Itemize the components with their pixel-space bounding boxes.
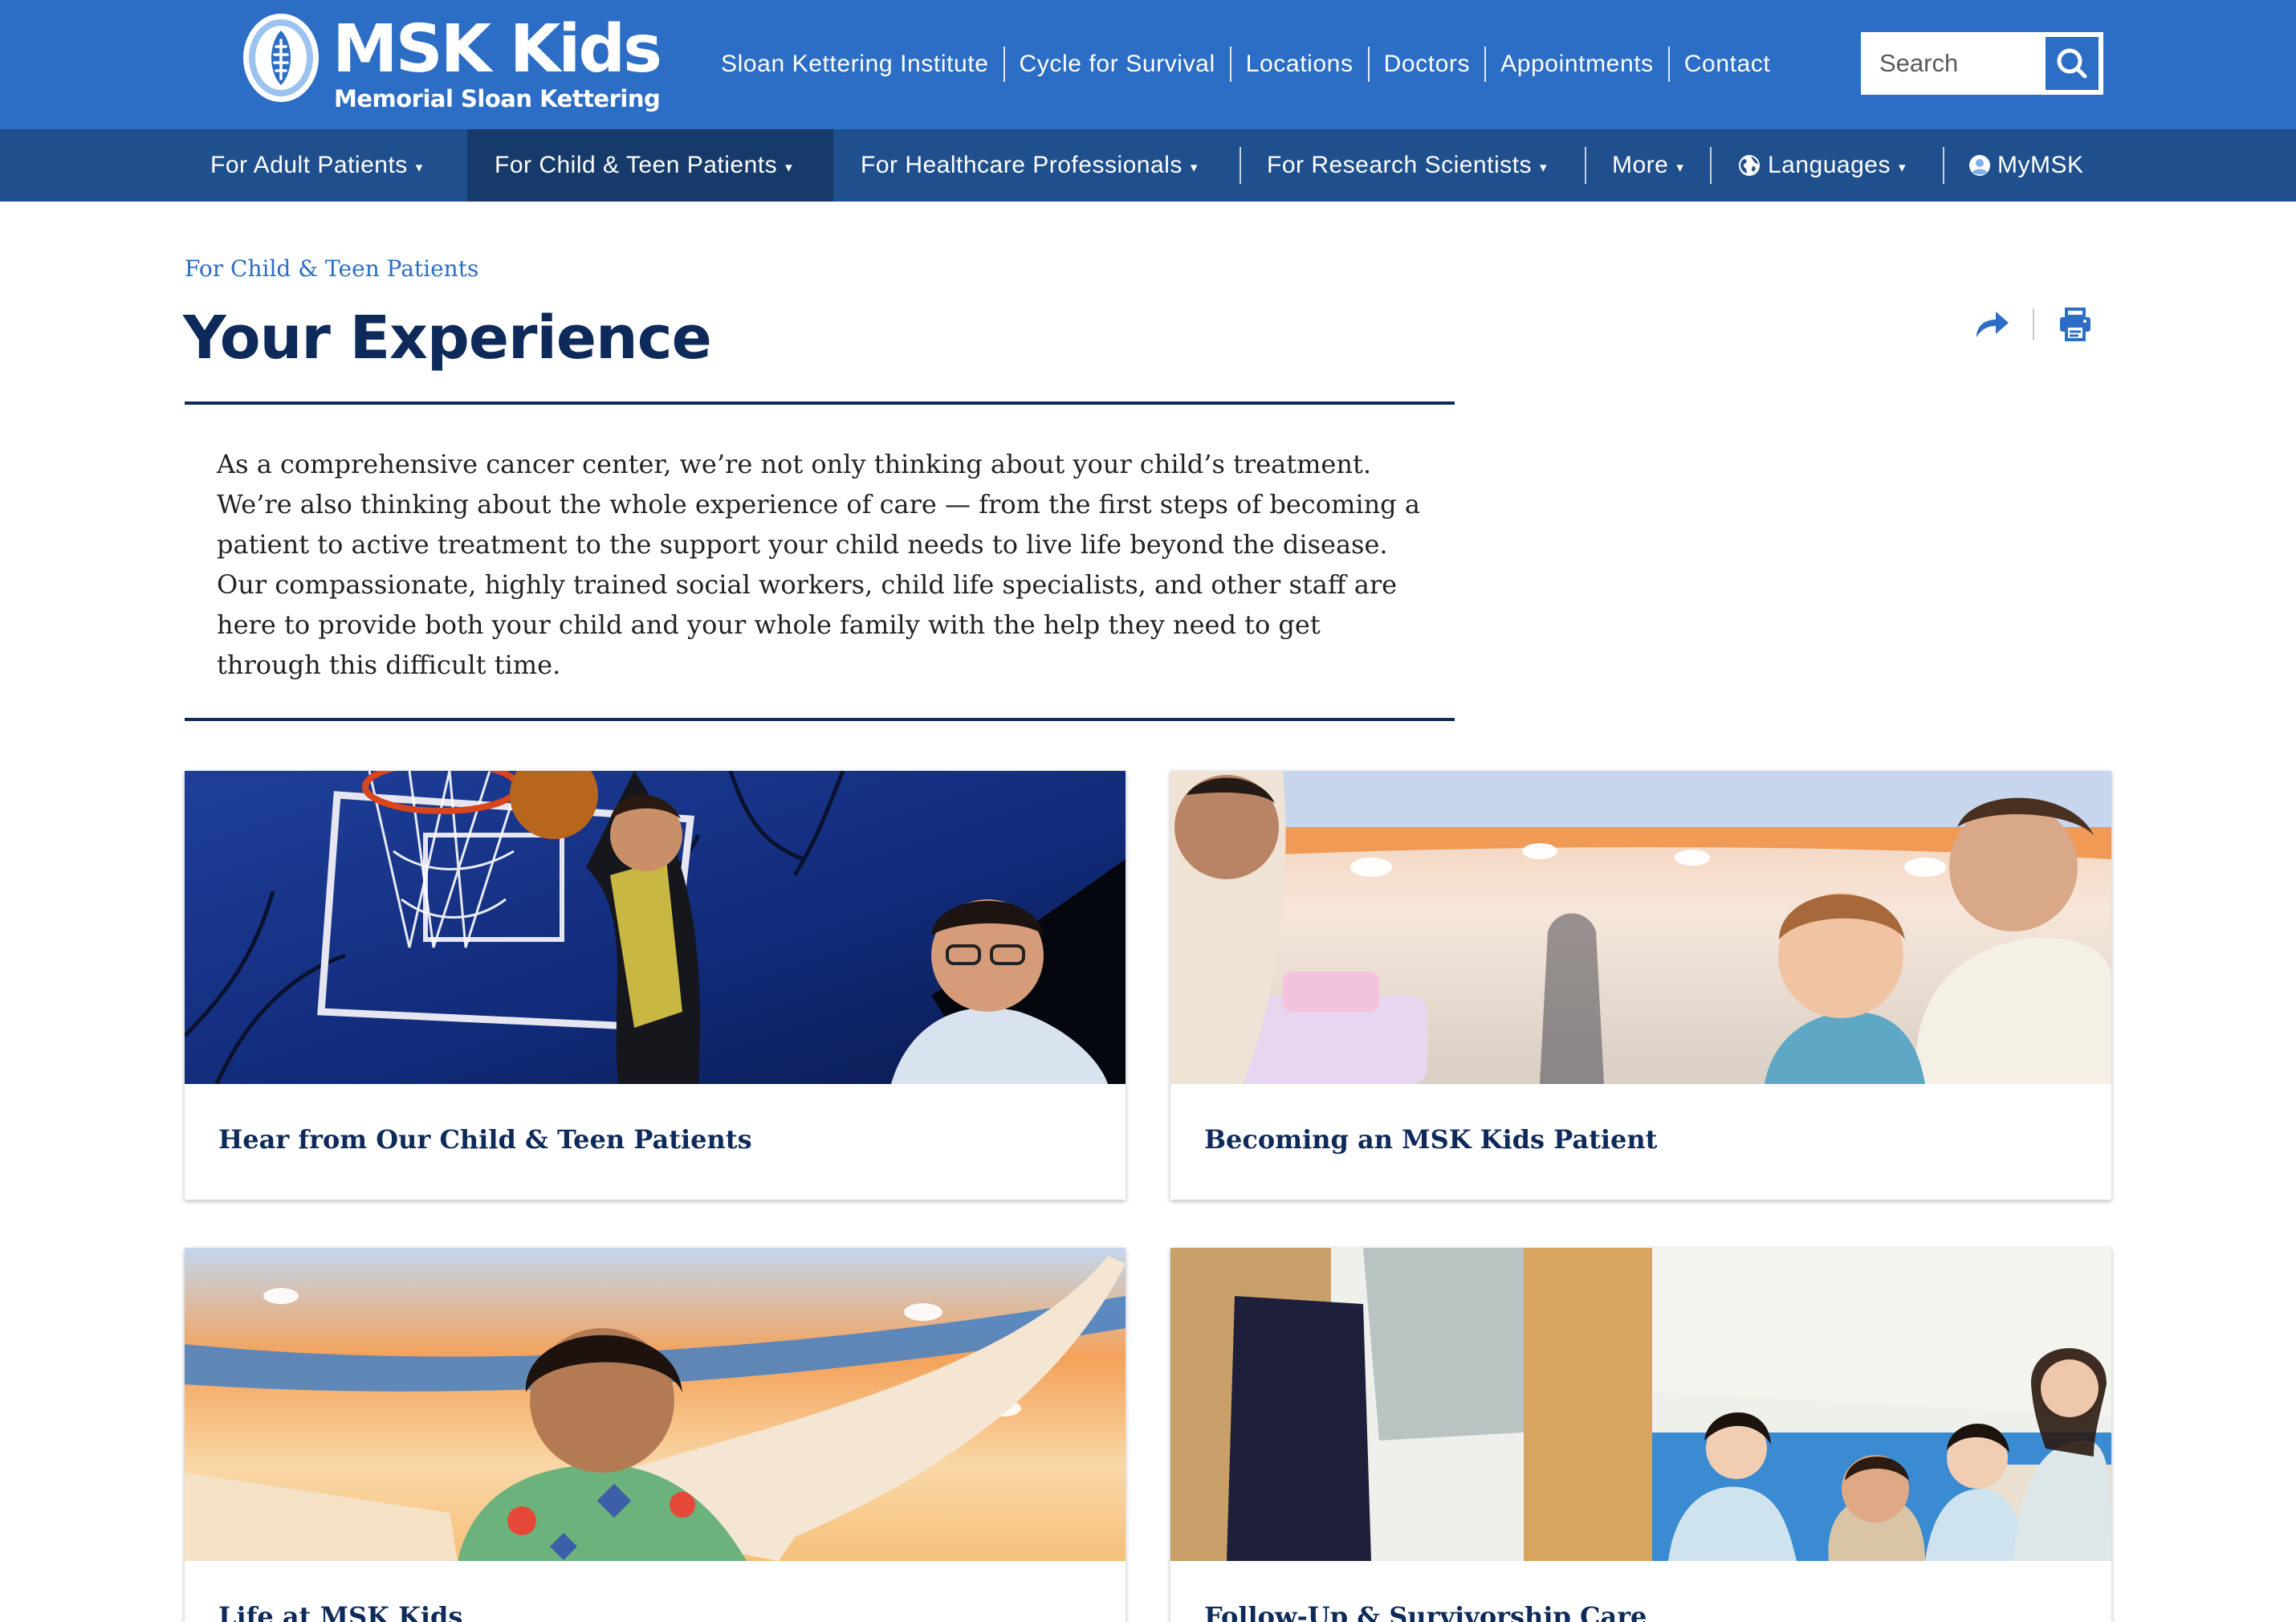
tools-divider: [2033, 308, 2034, 340]
card-life-at-msk-kids[interactable]: Life at MSK Kids: [185, 1248, 1126, 1622]
msk-kids-logo[interactable]: MSK Kids Memorial Sloan Kettering: [241, 11, 662, 120]
nav-divider: [1710, 147, 1712, 184]
dropdown-caret-icon: ▾: [1539, 160, 1547, 175]
dropdown-caret-icon: ▾: [785, 160, 793, 175]
nav-label: For Child & Teen Patients: [495, 152, 778, 178]
card-photo: [185, 1248, 1126, 1561]
utility-link-contact[interactable]: Contact: [1667, 47, 1785, 82]
nav-label: For Research Scientists: [1267, 152, 1532, 178]
printer-icon: [2060, 308, 2090, 341]
utility-link-sloan-kettering-institute[interactable]: Sloan Kettering Institute: [706, 47, 1003, 82]
nav-label: More: [1612, 152, 1669, 178]
nav-for-research-scientists[interactable]: For Research Scientists ▾: [1267, 129, 1547, 202]
share-button[interactable]: [1965, 302, 2018, 347]
dropdown-caret-icon: ▾: [1898, 160, 1907, 175]
utility-link-locations[interactable]: Locations: [1229, 47, 1368, 82]
page-title: Your Experience: [183, 304, 712, 373]
card-becoming-patient[interactable]: Becoming an MSK Kids Patient: [1170, 771, 2111, 1200]
dropdown-caret-icon: ▾: [1676, 160, 1684, 175]
nav-for-healthcare-professionals[interactable]: For Healthcare Professionals ▾: [861, 129, 1198, 202]
divider-bottom: [185, 718, 1455, 721]
globe-icon: [1739, 155, 1760, 176]
utility-link-doctors[interactable]: Doctors: [1367, 47, 1485, 82]
main-nav: For Adult Patients ▾ For Child & Teen Pat…: [0, 129, 2296, 202]
card-photo: [185, 771, 1126, 1084]
search-icon: [2057, 48, 2087, 79]
utility-link-appointments[interactable]: Appointments: [1484, 47, 1668, 82]
user-avatar-icon: [1969, 155, 1990, 176]
search-button[interactable]: [2043, 35, 2101, 92]
nav-label: For Adult Patients: [210, 152, 408, 178]
utility-nav: Sloan Kettering Institute Cycle for Surv…: [706, 42, 1785, 87]
nav-for-adult-patients[interactable]: For Adult Patients ▾: [210, 129, 423, 202]
search-input[interactable]: [1863, 35, 2043, 92]
nav-divider: [1585, 147, 1586, 184]
nav-divider: [1943, 147, 1944, 184]
nav-for-child-teen-patients[interactable]: For Child & Teen Patients ▾: [467, 129, 833, 202]
nav-label: MyMSK: [1997, 152, 2084, 178]
logo-subtitle: Memorial Sloan Kettering: [334, 85, 661, 112]
card-title: Becoming an MSK Kids Patient: [1204, 1124, 1658, 1155]
card-hear-from-patients[interactable]: Hear from Our Child & Teen Patients: [185, 771, 1126, 1200]
dropdown-caret-icon: ▾: [415, 160, 423, 175]
dropdown-caret-icon: ▾: [1190, 160, 1198, 175]
search-box: [1861, 32, 2103, 95]
nav-divider: [1240, 147, 1241, 184]
card-photo: [1170, 1248, 2111, 1561]
site-header: MSK Kids Memorial Sloan Kettering Sloan …: [0, 0, 2296, 129]
page-tools: [1965, 302, 2102, 347]
card-title: Life at MSK Kids: [218, 1601, 463, 1622]
utility-link-cycle-for-survival[interactable]: Cycle for Survival: [1003, 47, 1230, 82]
share-arrow-icon: [1976, 312, 2009, 337]
card-title: Hear from Our Child & Teen Patients: [218, 1124, 752, 1155]
card-title: Follow-Up & Survivorship Care: [1204, 1601, 1647, 1622]
nav-label: For Healthcare Professionals: [861, 152, 1183, 178]
breadcrumb[interactable]: For Child & Teen Patients: [185, 255, 478, 282]
print-button[interactable]: [2049, 302, 2102, 347]
nav-more[interactable]: More ▾: [1612, 129, 1683, 202]
nav-languages[interactable]: Languages ▾: [1737, 129, 1906, 202]
intro-paragraph: As a comprehensive cancer center, we’re …: [217, 449, 1420, 680]
card-follow-up-survivorship[interactable]: Follow-Up & Survivorship Care: [1170, 1248, 2111, 1622]
nav-label: Languages: [1768, 152, 1891, 178]
nav-mymsk[interactable]: MyMSK: [1968, 129, 2084, 202]
msk-shield-logo-icon: [243, 14, 319, 102]
divider-top: [185, 401, 1455, 405]
logo-title: MSK Kids: [332, 11, 662, 88]
card-photo: [1170, 771, 2111, 1084]
